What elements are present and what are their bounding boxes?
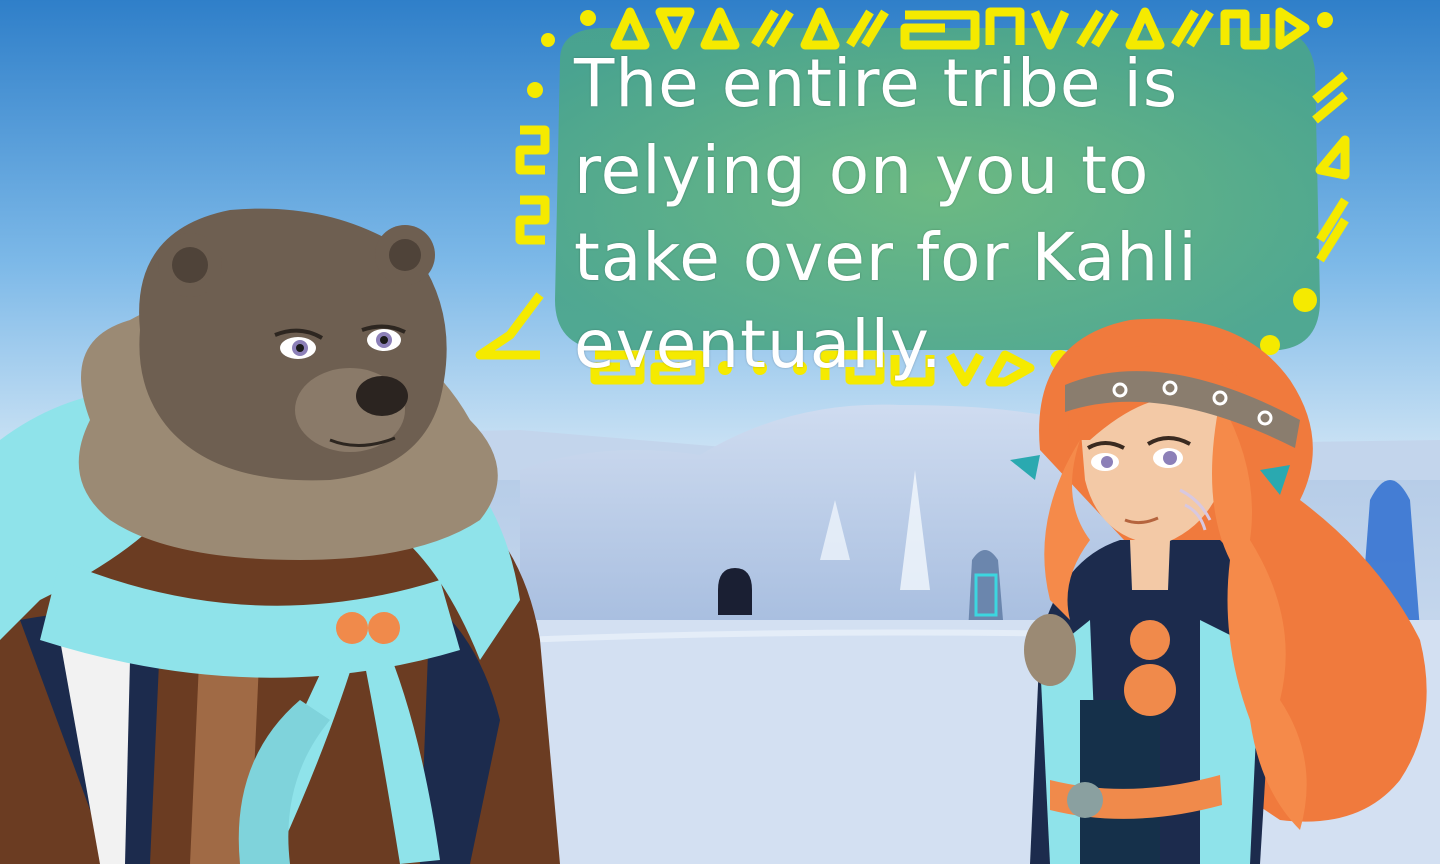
dialog-text: The entire tribe is relying on you to ta…	[574, 45, 1198, 383]
igloo-doorway	[718, 568, 752, 615]
